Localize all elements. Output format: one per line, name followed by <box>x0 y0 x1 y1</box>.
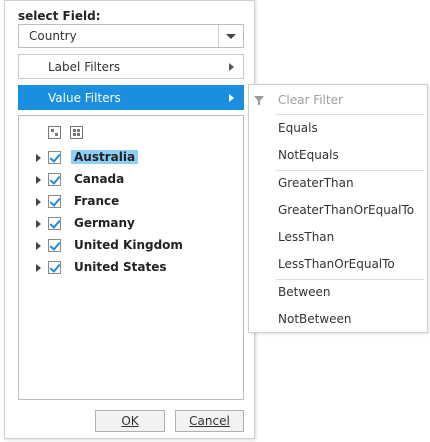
tree-item[interactable]: United States <box>19 257 239 277</box>
checkbox[interactable] <box>48 239 61 252</box>
tree-item-label: United Kingdom <box>74 238 183 252</box>
tree-item[interactable]: France <box>19 191 239 211</box>
check-icon <box>49 239 61 251</box>
value-filters-submenu: Clear Filter Equals NotEquals GreaterTha… <box>248 84 428 333</box>
tree-item[interactable]: Canada <box>19 169 239 189</box>
clear-filter-label: Clear Filter <box>278 93 343 107</box>
chevron-down-icon <box>226 34 236 39</box>
checkbox[interactable] <box>48 173 61 186</box>
expand-icon[interactable] <box>36 176 41 184</box>
ok-label: OK <box>121 414 139 428</box>
submenu-item-label: NotEquals <box>278 148 339 162</box>
clear-filter-item[interactable]: Clear Filter <box>249 88 427 112</box>
separator <box>276 114 424 115</box>
field-label: select Field: <box>18 9 101 23</box>
checkbox[interactable] <box>48 261 61 274</box>
submenu-item-greaterthan[interactable]: GreaterThan <box>249 171 427 195</box>
check-icon <box>49 261 61 273</box>
submenu-item-label: LessThanOrEqualTo <box>278 257 395 271</box>
chevron-right-icon <box>229 63 234 71</box>
checkbox[interactable] <box>48 151 61 164</box>
expand-icon[interactable] <box>36 154 41 162</box>
value-filters-label: Value Filters <box>48 91 121 105</box>
cancel-label: Cancel <box>189 414 230 428</box>
member-tree[interactable]: Australia Canada France Germany United K… <box>18 115 244 400</box>
submenu-item-greaterthanorequalto[interactable]: GreaterThanOrEqualTo <box>249 198 427 222</box>
submenu-item-between[interactable]: Between <box>249 280 427 304</box>
tree-item-label: Canada <box>74 172 125 186</box>
submenu-item-lessthanorequalto[interactable]: LessThanOrEqualTo <box>249 252 427 276</box>
submenu-item-equals[interactable]: Equals <box>249 116 427 140</box>
cancel-button[interactable]: Cancel <box>175 410 244 432</box>
submenu-item-notequals[interactable]: NotEquals <box>249 143 427 167</box>
tree-item-label: Australia <box>71 150 139 164</box>
expand-icon[interactable] <box>36 242 41 250</box>
filter-icon-stem <box>258 101 260 105</box>
expand-icon[interactable] <box>36 264 41 272</box>
tree-item[interactable]: United Kingdom <box>19 235 239 255</box>
field-dropdown[interactable]: Country <box>18 24 244 48</box>
ok-button[interactable]: OK <box>95 410 165 432</box>
submenu-item-label: GreaterThanOrEqualTo <box>278 203 415 217</box>
submenu-item-label: GreaterThan <box>278 176 354 190</box>
expand-icon[interactable] <box>36 220 41 228</box>
tree-item[interactable]: Germany <box>19 213 239 233</box>
submenu-item-notbetween[interactable]: NotBetween <box>249 307 427 331</box>
deselect-all-icon[interactable] <box>70 126 83 139</box>
checkbox[interactable] <box>48 195 61 208</box>
field-dropdown-value: Country <box>29 29 77 43</box>
tree-item-label: France <box>74 194 120 208</box>
checkbox[interactable] <box>48 217 61 230</box>
check-icon <box>49 217 61 229</box>
submenu-item-lessthan[interactable]: LessThan <box>249 225 427 249</box>
tree-item-label: United States <box>74 260 167 274</box>
tree-item-label: Germany <box>74 216 135 230</box>
dropdown-button[interactable] <box>218 25 243 47</box>
submenu-item-label: Equals <box>278 121 318 135</box>
submenu-item-label: LessThan <box>278 230 335 244</box>
submenu-item-label: NotBetween <box>278 312 352 326</box>
value-filters-button[interactable]: Value Filters <box>18 85 244 110</box>
chevron-right-icon <box>229 94 234 102</box>
label-filters-button[interactable]: Label Filters <box>18 54 244 79</box>
check-icon <box>49 151 61 163</box>
check-icon <box>49 173 61 185</box>
tree-item[interactable]: Australia <box>19 147 239 167</box>
submenu-item-label: Between <box>278 285 331 299</box>
expand-icon[interactable] <box>36 198 41 206</box>
label-filters-label: Label Filters <box>48 60 121 74</box>
select-all-icon[interactable] <box>48 126 61 139</box>
check-icon <box>49 195 61 207</box>
